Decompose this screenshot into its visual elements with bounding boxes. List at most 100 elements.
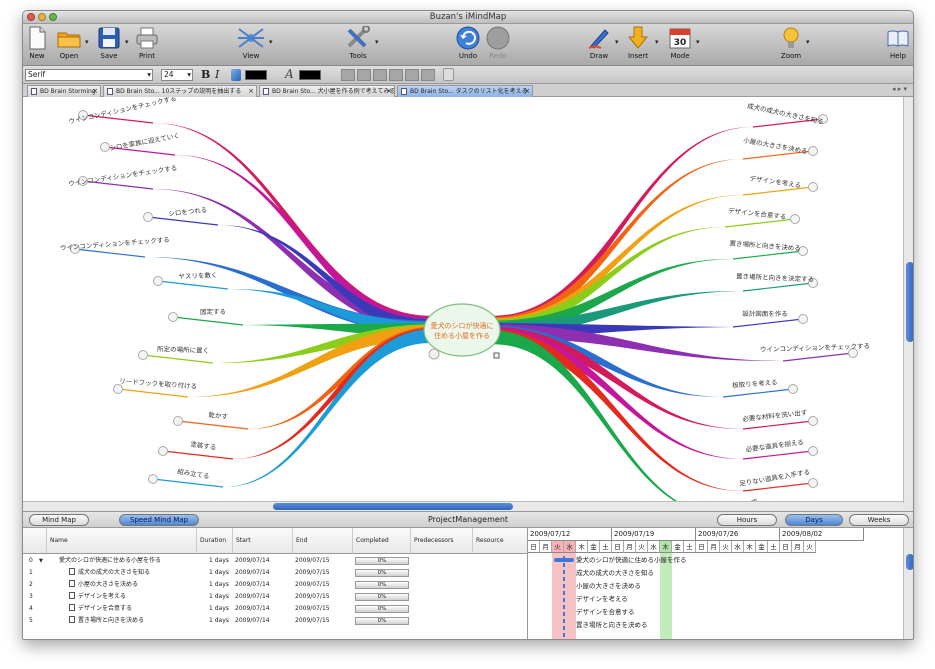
- col-predecessors[interactable]: Predecessors: [411, 528, 473, 554]
- branch-handle[interactable]: [153, 276, 163, 286]
- help-button[interactable]: Help: [885, 26, 911, 60]
- open-dropdown-arrow[interactable]: ▾: [85, 38, 89, 46]
- start-cell[interactable]: 2009/07/14: [235, 591, 270, 603]
- mindmap-canvas[interactable]: ウインコンディションをチェックする シロを家族に迎えていく ウインコンディションをチ…: [23, 97, 903, 501]
- branch-handle[interactable]: [808, 182, 818, 192]
- branch-label[interactable]: デザインを考える: [749, 173, 802, 189]
- text-glyph-icon[interactable]: A: [285, 67, 294, 81]
- gantt-vertical-scrollbar[interactable]: [903, 528, 913, 639]
- duration-cell[interactable]: 1 days: [209, 555, 229, 567]
- start-cell[interactable]: 2009/07/14: [235, 603, 270, 615]
- duration-cell[interactable]: 1 days: [209, 579, 229, 591]
- branch-handle[interactable]: [808, 446, 818, 456]
- new-button[interactable]: New: [25, 26, 49, 60]
- branch-label[interactable]: 固定する: [200, 307, 226, 316]
- branch-handle[interactable]: [168, 312, 178, 322]
- end-cell[interactable]: 2009/07/15: [295, 603, 330, 615]
- tools-dropdown-arrow[interactable]: ▾: [375, 38, 379, 46]
- table-row[interactable]: 2 小屋の大きさを決める 1 days 2009/07/14 2009/07/15 0%: [23, 579, 527, 591]
- undo-button[interactable]: Undo: [455, 26, 481, 60]
- text-color-swatch[interactable]: [245, 70, 267, 80]
- gantt-task-label[interactable]: デザインを考える: [576, 593, 628, 605]
- fill-color-swatch[interactable]: [299, 70, 321, 80]
- branch-handle[interactable]: [138, 350, 148, 360]
- weeks-button[interactable]: Weeks: [849, 514, 909, 526]
- end-cell[interactable]: 2009/07/15: [295, 615, 330, 627]
- branch-handle[interactable]: [148, 474, 158, 484]
- branch-handle[interactable]: [788, 384, 798, 394]
- col-resource[interactable]: Resource: [473, 528, 527, 554]
- layout-button[interactable]: [421, 69, 435, 81]
- branch-handle[interactable]: [798, 314, 808, 324]
- zoom-button[interactable]: Zoom: [777, 26, 805, 60]
- align-center-button[interactable]: [357, 69, 371, 81]
- branch-label[interactable]: ウインコンディションをチェックする: [60, 235, 170, 252]
- shape-button[interactable]: [405, 69, 419, 81]
- completed-progress-bar[interactable]: 0%: [355, 557, 409, 565]
- end-cell[interactable]: 2009/07/15: [295, 555, 330, 567]
- table-row[interactable]: 1 成犬の成犬の大きさを知る 1 days 2009/07/14 2009/07/15 0…: [23, 567, 527, 579]
- gantt-task-label[interactable]: 愛犬のシロが快適に住める小屋を作る: [576, 554, 687, 566]
- insert-dropdown-arrow[interactable]: ▾: [655, 38, 659, 46]
- left-branch-3[interactable]: [218, 224, 432, 334]
- table-row[interactable]: 4 デザインを合意する 1 days 2009/07/14 2009/07/15 0%: [23, 603, 527, 615]
- align-left-button[interactable]: [341, 69, 355, 81]
- gantt-task-label[interactable]: 置き場所と向きを決める: [576, 619, 648, 631]
- branch-label[interactable]: 成犬の成犬の大きさを知る: [746, 101, 824, 126]
- branch-label[interactable]: 置き場所と向きを決定する: [736, 271, 814, 283]
- horizontal-scrollbar[interactable]: [23, 501, 903, 511]
- gantt-task-label[interactable]: 成犬の成犬の大きさを知る: [576, 567, 654, 579]
- col-name[interactable]: Name: [47, 528, 197, 554]
- duration-cell[interactable]: 1 days: [209, 567, 229, 579]
- start-cell[interactable]: 2009/07/14: [235, 555, 270, 567]
- mode-dropdown-arrow[interactable]: ▾: [696, 38, 700, 46]
- task-name-cell[interactable]: 愛犬のシロが快適に住める小屋を作る: [59, 555, 193, 567]
- branch-handle[interactable]: [808, 416, 818, 426]
- gantt-scroll-thumb[interactable]: [906, 554, 913, 570]
- branch-label[interactable]: 必要な材料を洗い出す: [742, 408, 808, 424]
- left-branch-1[interactable]: [175, 154, 432, 331]
- branch-label[interactable]: ヤスリを敷く: [178, 270, 217, 281]
- table-row[interactable]: 0 ▼ 愛犬のシロが快適に住める小屋を作る 1 days 2009/07/14 2009/…: [23, 555, 527, 567]
- print-button[interactable]: Print: [133, 26, 161, 60]
- branch-label[interactable]: 塗装する: [190, 439, 217, 451]
- view-dropdown-arrow[interactable]: ▾: [269, 38, 273, 46]
- completed-progress-bar[interactable]: 0%: [355, 581, 409, 589]
- close-tab-icon[interactable]: ×: [248, 86, 254, 97]
- branch-handle[interactable]: [158, 446, 168, 456]
- save-button[interactable]: Save: [95, 26, 123, 60]
- align-right-button[interactable]: [373, 69, 387, 81]
- tab-0[interactable]: BD Brain Storming ×: [27, 85, 101, 97]
- branch-label[interactable]: 所定の場所に置く: [157, 344, 209, 355]
- branch-handle[interactable]: [173, 416, 183, 426]
- speed-mind-map-button[interactable]: Speed Mind Map: [119, 514, 199, 526]
- draw-button[interactable]: Draw: [585, 26, 613, 60]
- highlighter-icon[interactable]: [231, 69, 241, 81]
- start-cell[interactable]: 2009/07/14: [235, 615, 270, 627]
- table-row[interactable]: 5 置き場所と向きを決める 1 days 2009/07/14 2009/07/15 0%: [23, 615, 527, 627]
- completed-progress-bar[interactable]: 0%: [355, 569, 409, 577]
- col-start[interactable]: Start: [233, 528, 293, 554]
- font-family-select[interactable]: Serif ▾: [25, 69, 153, 81]
- align-justify-button[interactable]: [389, 69, 403, 81]
- branch-handle[interactable]: [113, 384, 123, 394]
- collapse-toggle-icon[interactable]: ▼: [39, 555, 43, 567]
- branch-handle[interactable]: [808, 478, 818, 488]
- save-dropdown-arrow[interactable]: ▾: [125, 38, 129, 46]
- mode-button[interactable]: 30 Mode: [665, 26, 695, 60]
- end-cell[interactable]: 2009/07/15: [295, 591, 330, 603]
- gantt-chart[interactable]: 2009/07/12 2009/07/19 2009/07/26 2009/08/02…: [528, 528, 903, 639]
- branch-label[interactable]: ウインコンディションをチェックする: [68, 163, 178, 188]
- resize-handle[interactable]: [493, 352, 500, 359]
- insert-button[interactable]: Insert: [623, 26, 653, 60]
- col-end[interactable]: End: [293, 528, 353, 554]
- table-row[interactable]: 3 デザインを考える 1 days 2009/07/14 2009/07/15 0%: [23, 591, 527, 603]
- completed-progress-bar[interactable]: 0%: [355, 605, 409, 613]
- gantt-task-label[interactable]: デザインを合意する: [576, 606, 635, 618]
- font-size-select[interactable]: 24 ▾: [161, 69, 193, 81]
- zoom-dropdown-arrow[interactable]: ▾: [806, 38, 810, 46]
- vertical-scrollbar[interactable]: [903, 97, 913, 503]
- branch-label[interactable]: リードフックを取り付ける: [119, 376, 197, 390]
- right-branch-11[interactable]: [492, 329, 743, 492]
- close-tab-icon[interactable]: ×: [524, 86, 530, 97]
